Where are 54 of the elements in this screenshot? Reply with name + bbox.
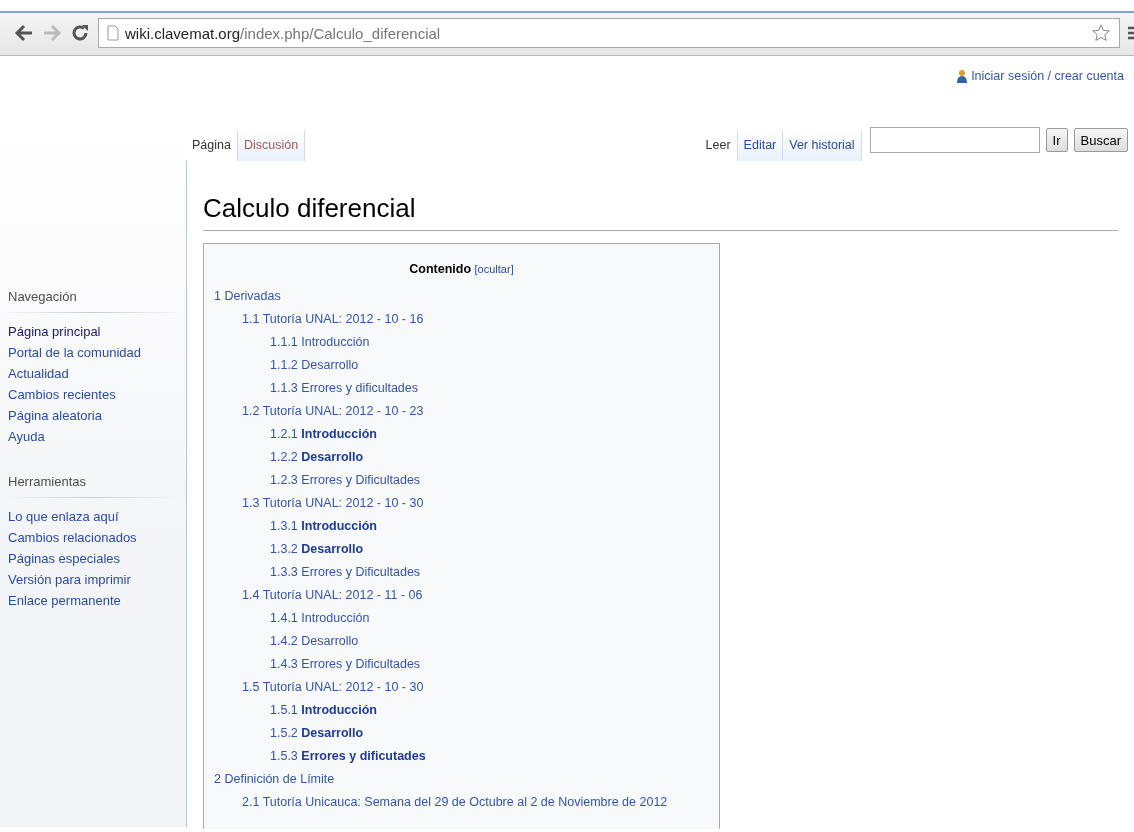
sidebar-link[interactable]: Enlace permanente — [8, 590, 186, 611]
login-link[interactable]: Iniciar sesión / crear cuenta — [971, 69, 1124, 83]
sidebar-link[interactable]: Cambios recientes — [8, 384, 186, 405]
toc-link[interactable]: 1.1.1 Introducción — [204, 331, 719, 354]
toc-link[interactable]: 1.4.2 Desarrollo — [204, 630, 719, 653]
toc-link[interactable]: 1.2.2 Desarrollo — [204, 446, 719, 469]
sidebar-link[interactable]: Lo que enlaza aquí — [8, 506, 186, 527]
go-button[interactable]: Ir — [1045, 128, 1068, 152]
sidebar-link[interactable]: Página aleatoria — [8, 405, 186, 426]
toc-link[interactable]: 1.3.2 Desarrollo — [204, 538, 719, 561]
back-icon[interactable] — [14, 24, 34, 42]
portal-heading: Herramientas — [8, 474, 176, 498]
toc-link[interactable]: 2.1 Tutoría Unicauca: Semana del 29 de Octubre al 2 de Noviembre de 2012 — [204, 791, 719, 814]
page-icon — [107, 25, 119, 41]
toc-link[interactable]: 1.1.2 Desarrollo — [204, 354, 719, 377]
sidebar-link[interactable]: Versión para imprimir — [8, 569, 186, 590]
page-title: Calculo diferencial — [203, 193, 1118, 231]
sidebar-link[interactable]: Actualidad — [8, 363, 186, 384]
sidebar-link[interactable]: Portal de la comunidad — [8, 342, 186, 363]
sidebar-link[interactable]: Páginas especiales — [8, 548, 186, 569]
toc-link[interactable]: 1.3 Tutoría UNAL: 2012 - 10 - 30 — [204, 492, 719, 515]
page-tab[interactable]: Discusión — [237, 130, 306, 161]
sidebar-link[interactable]: Cambios relacionados — [8, 527, 186, 548]
toc-link[interactable]: 1.4.3 Errores y Dificultades — [204, 653, 719, 676]
toc-link[interactable]: 1.2.3 Errores y Dificultades — [204, 469, 719, 492]
star-icon[interactable] — [1091, 23, 1111, 43]
page-tab[interactable]: Ver historial — [783, 130, 862, 161]
toc-link[interactable]: 2 Definición de Límite — [204, 768, 719, 791]
toc-link[interactable]: 1.3.3 Errores y Dificultades — [204, 561, 719, 584]
toc-link[interactable]: 1.1 Tutoría UNAL: 2012 - 10 - 16 — [204, 308, 719, 331]
toc-link[interactable]: 1 Derivadas — [204, 285, 719, 308]
toc-link[interactable]: 1.2 Tutoría UNAL: 2012 - 10 - 23 — [204, 400, 719, 423]
address-bar[interactable]: wiki.clavemat.org/index.php/Calculo_diferencial — [98, 18, 1120, 48]
toc-link[interactable]: 1.2.1 Introducción — [204, 423, 719, 446]
reload-icon[interactable] — [70, 23, 90, 43]
user-icon — [957, 69, 968, 83]
menu-icon[interactable] — [1128, 25, 1134, 41]
toc-link[interactable]: 1.5.3 Errores y dificutades — [204, 745, 719, 768]
toc-link[interactable]: 1.4 Tutoría UNAL: 2012 - 11 - 06 — [204, 584, 719, 607]
toc-link[interactable]: 1.5.1 Introducción — [204, 699, 719, 722]
url-text: wiki.clavemat.org/index.php/Calculo_diferencial — [125, 24, 441, 42]
portal-heading: Navegación — [8, 289, 176, 313]
toc-link[interactable]: 1.5.2 Desarrollo — [204, 722, 719, 745]
toc-link[interactable]: 1.5 Tutoría UNAL: 2012 - 10 - 30 — [204, 676, 719, 699]
page-tab[interactable]: Editar — [737, 130, 784, 161]
toc-title: Contenido — [409, 262, 472, 276]
toc-link[interactable]: 1.4.1 Introducción — [204, 607, 719, 630]
search-button[interactable]: Buscar — [1073, 128, 1128, 152]
toc-link[interactable]: 1.3.1 Introducción — [204, 515, 719, 538]
hide-toc-link[interactable]: [ocultar] — [474, 263, 514, 275]
toc-link[interactable]: 1.1.3 Errores y dificultades — [204, 377, 719, 400]
sidebar-link[interactable]: Página principal — [8, 321, 186, 342]
sidebar-link[interactable]: Ayuda — [8, 426, 186, 447]
search-field[interactable] — [869, 127, 1040, 153]
